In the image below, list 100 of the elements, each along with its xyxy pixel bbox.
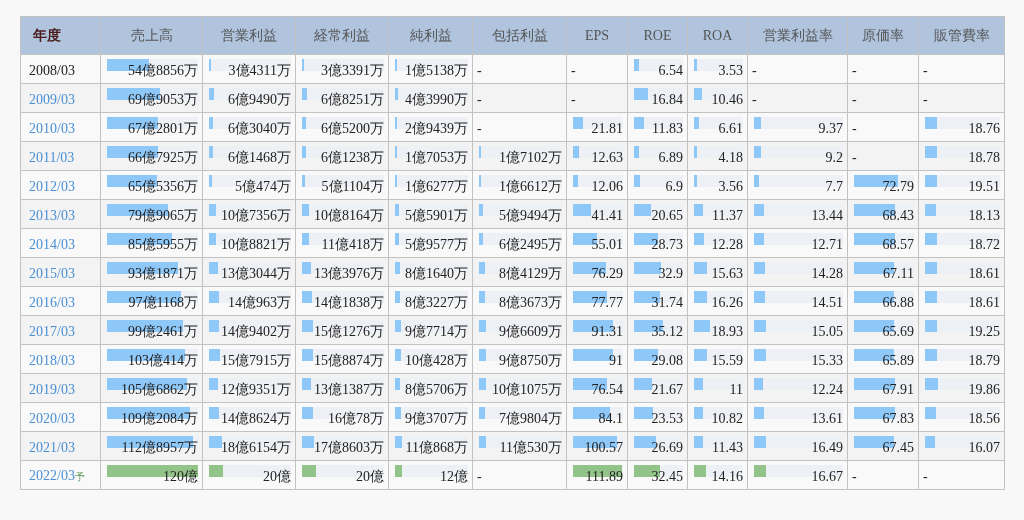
table-cell: 21.67 (651, 382, 683, 397)
table-cell: 16.67 (811, 469, 843, 484)
table-cell: 21.81 (591, 121, 623, 136)
table-cell: 11.37 (712, 208, 743, 223)
table-cell: 1億6277万 (405, 179, 468, 194)
column-header[interactable]: 営業利益率 (747, 16, 848, 55)
table-cell: 15億1276万 (314, 324, 384, 339)
table-cell: 15.63 (711, 266, 743, 281)
table-cell: - (752, 92, 757, 107)
table-cell: 8億3227万 (405, 295, 468, 310)
year-link[interactable]: 2022/03 (29, 468, 75, 483)
table-cell: 6億9490万 (228, 92, 291, 107)
table-cell: 11 (729, 382, 743, 397)
table-cell: 79億9065万 (128, 208, 198, 223)
table-cell: 67.45 (882, 440, 914, 455)
column-header[interactable]: 包括利益 (472, 16, 567, 55)
table-cell: 66.88 (882, 295, 914, 310)
table-cell: 66億7925万 (128, 150, 198, 165)
table-cell: 6億5200万 (321, 121, 384, 136)
table-cell: 76.29 (591, 266, 623, 281)
table-cell: 10億7356万 (221, 208, 291, 223)
column-header[interactable]: 販管費率 (918, 16, 1005, 55)
table-cell: 13億3044万 (221, 266, 291, 281)
table-cell: 11.43 (712, 440, 743, 455)
table-cell: 3.53 (718, 63, 743, 78)
table-cell: 68.57 (882, 237, 914, 252)
column-header[interactable]: 経常利益 (295, 16, 389, 55)
table-cell: 5億5901万 (405, 208, 468, 223)
table-cell: 12.63 (591, 150, 623, 165)
table-cell: 9.37 (818, 121, 843, 136)
table-cell: - (477, 92, 482, 107)
table-cell: 32.45 (651, 469, 683, 484)
table-cell: 77.77 (591, 295, 623, 310)
table-cell: 14億1838万 (314, 295, 384, 310)
table-cell: 67.91 (882, 382, 914, 397)
table-cell: 6億1468万 (228, 150, 291, 165)
table-cell: 120億 (163, 469, 198, 484)
table-cell: 55.01 (591, 237, 623, 252)
table-cell: 76.54 (591, 382, 623, 397)
table-cell: 9億6609万 (499, 324, 562, 339)
table-cell: 18.79 (968, 353, 1000, 368)
forecast-mark: 予 (74, 471, 85, 482)
column-header[interactable]: ROA (687, 16, 748, 55)
table-cell: 13億3976万 (314, 266, 384, 281)
table-cell: 18.72 (968, 237, 1000, 252)
table-cell: - (852, 150, 857, 165)
table-cell: 15億7915万 (221, 353, 291, 368)
table-cell: 3億3391万 (321, 63, 384, 78)
table-cell: 18.93 (711, 324, 743, 339)
column-header[interactable]: 原価率 (847, 16, 919, 55)
column-header[interactable]: 売上高 (100, 16, 203, 55)
table-cell: 100.57 (584, 440, 623, 455)
table-cell: 13.61 (811, 411, 843, 426)
table-cell: 6.54 (658, 63, 683, 78)
table-cell: - (571, 92, 576, 107)
table-cell: 67億2801万 (128, 121, 198, 136)
table-cell: 7.7 (825, 179, 843, 194)
column-header[interactable]: EPS (566, 16, 628, 55)
table-cell: 5億1104万 (321, 179, 384, 194)
table-cell: 3.56 (718, 179, 743, 194)
table-cell: 8億5706万 (405, 382, 468, 397)
table-cell: 18.61 (968, 295, 1000, 310)
table-cell: 9億8750万 (499, 353, 562, 368)
table-cell: 17億8603万 (314, 440, 384, 455)
table-cell: 28.73 (651, 237, 683, 252)
table-cell: 112億8957万 (121, 440, 198, 455)
table-cell: - (923, 92, 928, 107)
column-header[interactable]: 営業利益 (202, 16, 296, 55)
column-header[interactable]: 純利益 (388, 16, 473, 55)
table-cell: 18.76 (968, 121, 1000, 136)
table-cell: 85億5955万 (128, 237, 198, 252)
table-cell: 16.07 (968, 440, 1000, 455)
table-cell: 12.24 (811, 382, 843, 397)
table-cell: 2億9439万 (405, 121, 468, 136)
table-cell: 8億3673万 (499, 295, 562, 310)
table-cell: 4億3990万 (405, 92, 468, 107)
column-header[interactable]: ROE (627, 16, 688, 55)
table-cell: 14.51 (811, 295, 843, 310)
table-cell: 84.1 (598, 411, 623, 426)
table-cell: 11億418万 (321, 237, 384, 252)
table-cell: 6.9 (665, 179, 683, 194)
year-text: 2008/03 (29, 63, 75, 78)
table-cell: - (477, 469, 482, 484)
table-cell: 20億 (263, 469, 291, 484)
table-cell: 14億8624万 (221, 411, 291, 426)
table-cell: 10億8821万 (221, 237, 291, 252)
table-cell: - (923, 63, 928, 78)
table-cell: 5億474万 (235, 179, 291, 194)
table-cell: 18.13 (968, 208, 1000, 223)
table-cell: 6.89 (658, 150, 683, 165)
table-cell: 6.61 (718, 121, 743, 136)
table-cell: 5億9577万 (405, 237, 468, 252)
table-cell: 105億6862万 (121, 382, 198, 397)
table-cell: 26.69 (651, 440, 683, 455)
table-cell: 72.79 (882, 179, 914, 194)
column-header[interactable]: 年度 (20, 16, 101, 55)
table-cell: 97億1168万 (128, 295, 198, 310)
table-cell: 14億9402万 (221, 324, 291, 339)
table-cell: 9億7714万 (405, 324, 468, 339)
table-cell: 9億3707万 (405, 411, 468, 426)
